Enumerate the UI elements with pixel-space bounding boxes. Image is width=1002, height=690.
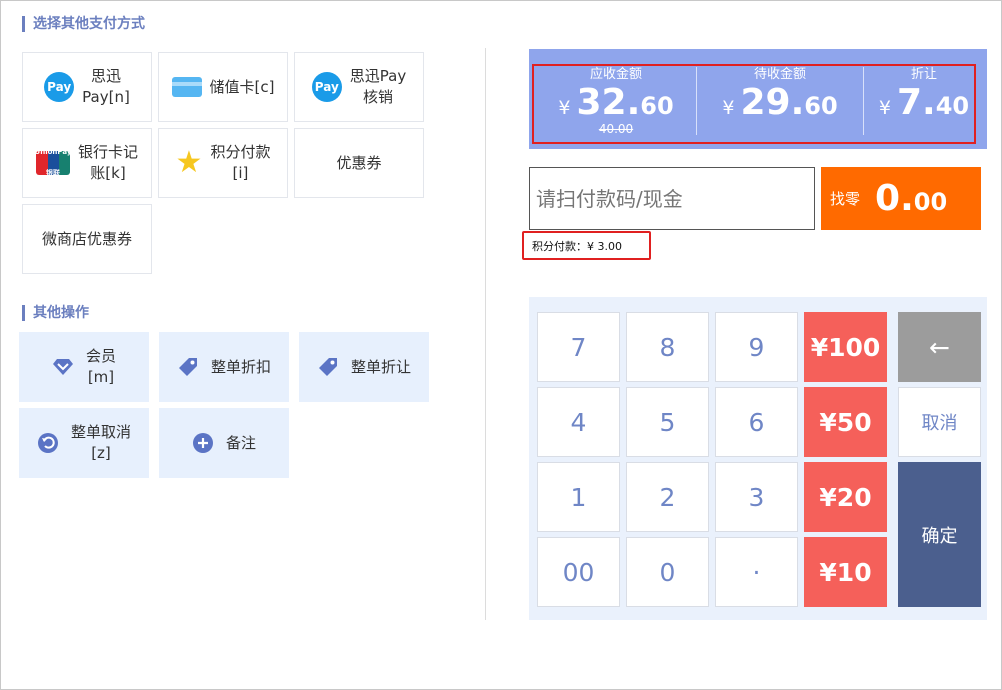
discount-dec: 40 xyxy=(935,92,970,120)
coupon-button[interactable]: 优惠券 xyxy=(294,128,424,198)
discount-amount: 折让 ¥ 7.40 xyxy=(864,67,984,128)
key-0[interactable]: 0 xyxy=(626,537,709,607)
key-3[interactable]: 3 xyxy=(715,462,798,532)
key-5[interactable]: 5 xyxy=(626,387,709,457)
undo-icon xyxy=(37,432,59,454)
vertical-divider xyxy=(485,48,486,620)
stored-value-card-button[interactable]: 储值卡[c] xyxy=(158,52,288,122)
scan-code-input[interactable] xyxy=(529,167,815,230)
key-1[interactable]: 1 xyxy=(537,462,620,532)
order-allowance-button[interactable]: 整单折让 xyxy=(299,332,429,402)
receivable-label: 应收金额 xyxy=(589,67,642,82)
sixun-pay-verify-label: 思迅Pay 核销 xyxy=(349,67,407,106)
micro-shop-coupon-button[interactable]: 微商店优惠券 xyxy=(22,204,152,274)
remark-button[interactable]: 备注 xyxy=(159,408,289,478)
discount-int: 7. xyxy=(897,82,936,123)
bank-card-record-label: 银行卡记 账[k] xyxy=(77,143,138,182)
points-payment-note: 积分付款：¥ 3.00 xyxy=(522,231,651,260)
cancel-order-button[interactable]: 整单取消 [z] xyxy=(19,408,149,478)
card-icon xyxy=(171,77,202,97)
star-icon: ★ xyxy=(175,145,203,180)
sixun-pay-verify-button[interactable]: Pay 思迅Pay 核销 xyxy=(294,52,424,122)
key-9[interactable]: 9 xyxy=(715,312,798,382)
pending-int: 29. xyxy=(740,82,805,123)
sixun-pay-label: 思迅 Pay[n] xyxy=(82,67,130,106)
sixun-pay-button[interactable]: Pay 思迅 Pay[n] xyxy=(22,52,152,122)
diamond-icon xyxy=(52,356,74,378)
key-2[interactable]: 2 xyxy=(626,462,709,532)
pay-icon: Pay xyxy=(44,72,75,102)
change-label: 找零 xyxy=(830,190,861,208)
change-dec: 00 xyxy=(913,188,948,216)
pending-label: 待收金额 xyxy=(753,67,806,82)
other-ops-title: 其他操作 xyxy=(22,305,89,321)
cancel-order-label: 整单取消 [z] xyxy=(70,423,131,462)
key-10-yuan[interactable]: ¥10 xyxy=(804,537,887,607)
plus-circle-icon xyxy=(192,432,214,454)
member-label: 会员 [m] xyxy=(85,347,116,386)
coupon-label: 优惠券 xyxy=(336,153,382,172)
key-6[interactable]: 6 xyxy=(715,387,798,457)
key-50-yuan[interactable]: ¥50 xyxy=(804,387,887,457)
change-int: 0. xyxy=(875,178,914,219)
backspace-button[interactable]: ← xyxy=(898,312,981,382)
remark-label: 备注 xyxy=(225,433,256,452)
currency-symbol: ¥ xyxy=(722,97,735,119)
key-7[interactable]: 7 xyxy=(537,312,620,382)
currency-symbol: ¥ xyxy=(558,97,571,119)
member-button[interactable]: 会员 [m] xyxy=(19,332,149,402)
key-00[interactable]: 00 xyxy=(537,537,620,607)
currency-symbol: ¥ xyxy=(878,97,891,119)
pending-amount: 待收金额 ¥ 29.60 xyxy=(697,67,863,128)
key-4[interactable]: 4 xyxy=(537,387,620,457)
key-dot[interactable]: · xyxy=(715,537,798,607)
receivable-int: 32. xyxy=(576,82,641,123)
tag-icon xyxy=(177,356,199,378)
receivable-amount: 应收金额 ¥ 32.60 40.00 xyxy=(537,67,695,135)
points-payment-label: 积分付款 [i] xyxy=(210,143,271,182)
key-20-yuan[interactable]: ¥20 xyxy=(804,462,887,532)
bank-card-record-button[interactable]: UnionPay 银联 银行卡记 账[k] xyxy=(22,128,152,198)
confirm-button[interactable]: 确定 xyxy=(898,462,981,607)
tag-icon xyxy=(317,356,339,378)
micro-shop-coupon-label: 微商店优惠券 xyxy=(41,229,132,248)
keypad: 7 8 9 ¥100 ← 4 5 6 ¥50 取消 1 2 3 ¥20 确定 0… xyxy=(529,297,987,620)
order-discount-label: 整单折扣 xyxy=(210,357,271,376)
cancel-button[interactable]: 取消 xyxy=(898,387,981,457)
unionpay-icon: UnionPay 银联 xyxy=(34,148,72,177)
points-payment-button[interactable]: ★ 积分付款 [i] xyxy=(158,128,288,198)
discount-label: 折让 xyxy=(910,67,937,82)
amount-summary-panel: 应收金额 ¥ 32.60 40.00 待收金额 ¥ 29.60 折让 ¥ 7.4… xyxy=(529,49,987,149)
pay-icon: Pay xyxy=(311,72,342,102)
pay-methods-title: 选择其他支付方式 xyxy=(22,16,145,32)
key-100-yuan[interactable]: ¥100 xyxy=(804,312,887,382)
stored-value-card-label: 储值卡[c] xyxy=(209,77,275,96)
receivable-dec: 60 xyxy=(640,92,674,120)
change-display: 找零 0.00 xyxy=(821,167,981,230)
order-discount-button[interactable]: 整单折扣 xyxy=(159,332,289,402)
pending-dec: 60 xyxy=(804,92,838,120)
order-allowance-label: 整单折让 xyxy=(350,357,411,376)
key-8[interactable]: 8 xyxy=(626,312,709,382)
